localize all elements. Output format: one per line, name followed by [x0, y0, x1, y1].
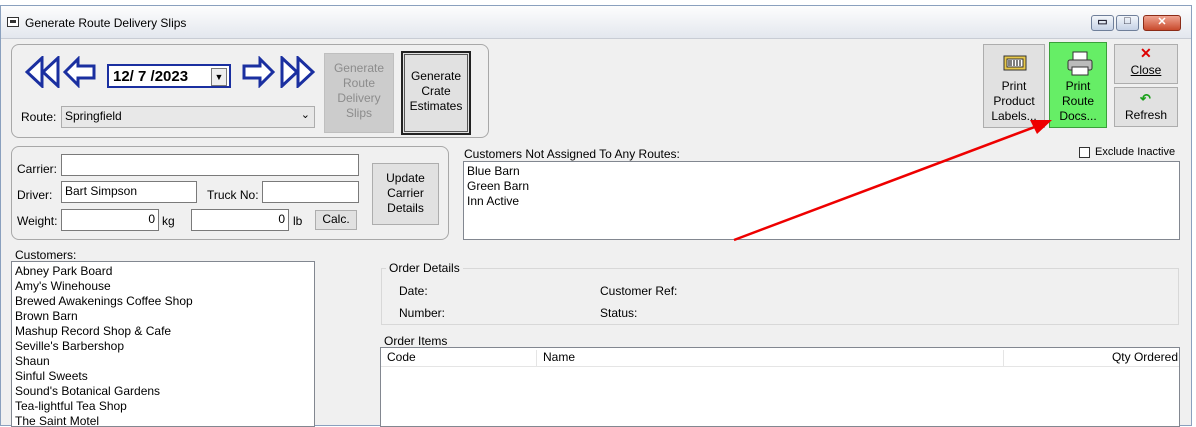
print-product-labels-button[interactable]: Print Product Labels... — [983, 44, 1045, 128]
customer-ref-label: Customer Ref: — [600, 284, 678, 298]
route-value: Springfield — [65, 109, 122, 123]
name-column-header[interactable]: Name — [536, 350, 575, 366]
kg-unit: kg — [162, 214, 175, 228]
last-day-icon[interactable] — [279, 56, 315, 88]
list-item[interactable]: Seville's Barbershop — [12, 339, 314, 354]
close-button[interactable]: ✕ Close — [1114, 44, 1178, 84]
list-item[interactable]: Sound's Botanical Gardens — [12, 384, 314, 399]
order-date-label: Date: — [399, 284, 428, 298]
driver-field[interactable]: Bart Simpson — [61, 181, 197, 203]
print-route-text: Print Route Docs... — [1059, 79, 1097, 123]
exclude-inactive-checkbox[interactable] — [1079, 147, 1090, 158]
order-details-group — [381, 268, 1179, 325]
truck-field[interactable] — [262, 181, 359, 203]
customers-label: Customers: — [15, 248, 77, 262]
list-item[interactable]: Inn Active — [464, 194, 1179, 209]
list-item[interactable]: Tea-lightful Tea Shop — [12, 399, 314, 414]
customers-list[interactable]: Abney Park Board Amy's Winehouse Brewed … — [11, 261, 315, 427]
app-icon — [7, 17, 19, 27]
chevron-down-icon[interactable]: ▼ — [211, 68, 227, 86]
maximize-button[interactable]: □ — [1116, 15, 1139, 31]
title-bar: Generate Route Delivery Slips ▭ □ ✕ — [1, 6, 1191, 39]
calc-button[interactable]: Calc. — [315, 210, 357, 230]
previous-day-icon[interactable] — [63, 56, 97, 88]
list-item[interactable]: The Saint Motel — [12, 414, 314, 426]
list-item[interactable]: Green Barn — [464, 179, 1179, 194]
barcode-printer-icon — [1003, 55, 1027, 71]
list-item[interactable]: Shaun — [12, 354, 314, 369]
refresh-icon: ↶ — [1140, 91, 1151, 106]
main-window: Generate Route Delivery Slips ▭ □ ✕ 12/ … — [0, 5, 1192, 427]
weight-lb-field[interactable]: 0 — [191, 209, 289, 231]
order-items-table[interactable]: Code Name Qty Ordered — [380, 347, 1180, 427]
list-item[interactable]: Amy's Winehouse — [12, 279, 314, 294]
unassigned-customers-list[interactable]: Blue Barn Green Barn Inn Active — [463, 161, 1180, 240]
exclude-inactive-label: Exclude Inactive — [1095, 146, 1176, 158]
carrier-label: Carrier: — [17, 162, 58, 176]
order-number-label: Number: — [399, 306, 446, 320]
list-item[interactable]: Mashup Record Shop & Cafe — [12, 324, 314, 339]
qty-column-header[interactable]: Qty Ordered — [1003, 350, 1178, 366]
table-header: Code Name Qty Ordered — [381, 348, 1179, 367]
print-route-docs-button[interactable]: Print Route Docs... — [1049, 42, 1107, 128]
truck-label: Truck No: — [207, 188, 259, 202]
carrier-field[interactable] — [61, 154, 359, 176]
list-item[interactable]: Blue Barn — [464, 164, 1179, 179]
route-label: Route: — [21, 110, 57, 124]
generate-delivery-slips-button[interactable]: Generate Route Delivery Slips — [324, 53, 394, 133]
window-close-button[interactable]: ✕ — [1143, 15, 1181, 31]
order-details-label: Order Details — [386, 261, 463, 275]
date-value: 12/ 7 /2023 — [113, 68, 189, 85]
order-status-label: Status: — [600, 306, 638, 320]
weight-kg-field[interactable]: 0 — [61, 209, 159, 231]
generate-crate-estimates-button[interactable]: Generate Crate Estimates — [401, 51, 471, 135]
close-icon: ✕ — [1140, 45, 1152, 61]
list-item[interactable]: Brown Barn — [12, 309, 314, 324]
list-item[interactable]: Sinful Sweets — [12, 369, 314, 384]
first-day-icon[interactable] — [25, 56, 61, 88]
window-title: Generate Route Delivery Slips — [25, 16, 187, 30]
code-column-header[interactable]: Code — [387, 350, 416, 364]
next-day-icon[interactable] — [241, 56, 275, 88]
refresh-text: Refresh — [1124, 108, 1168, 122]
list-item[interactable]: Abney Park Board — [12, 264, 314, 279]
close-text: Close — [1130, 63, 1162, 77]
list-item[interactable]: Brewed Awakenings Coffee Shop — [12, 294, 314, 309]
update-carrier-button[interactable]: Update Carrier Details — [372, 163, 439, 225]
order-items-label: Order Items — [384, 334, 448, 348]
unassigned-label: Customers Not Assigned To Any Routes: — [464, 147, 680, 161]
weight-label: Weight: — [17, 214, 58, 228]
chevron-down-icon: ⌄ — [300, 109, 310, 121]
route-select[interactable]: Springfield ⌄ — [61, 106, 315, 128]
driver-label: Driver: — [17, 188, 53, 202]
lb-unit: lb — [293, 214, 303, 228]
print-labels-text: Print Product Labels... — [991, 79, 1037, 123]
refresh-button[interactable]: ↶ Refresh — [1114, 87, 1178, 127]
date-picker[interactable]: 12/ 7 /2023 ▼ — [107, 64, 231, 88]
minimize-button[interactable]: ▭ — [1091, 15, 1114, 31]
printer-icon — [1067, 51, 1093, 76]
